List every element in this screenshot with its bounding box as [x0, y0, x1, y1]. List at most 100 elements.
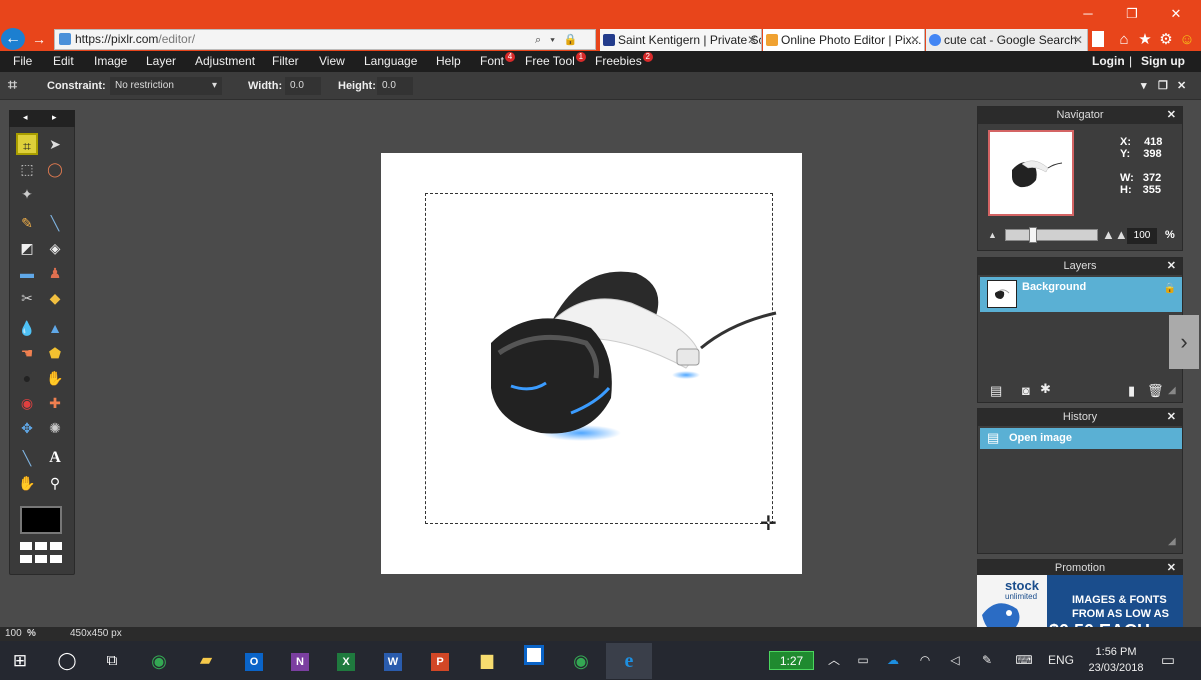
pinch-tool-button[interactable]: ✺: [44, 417, 66, 439]
pencil-tool-button[interactable]: ✎: [16, 212, 38, 234]
grid-view-icon[interactable]: [35, 542, 47, 550]
volume-icon[interactable]: ◁: [944, 641, 966, 680]
zoom-slider-handle[interactable]: [1029, 227, 1037, 243]
constraint-select[interactable]: No restriction ▾: [110, 77, 222, 95]
menu-font[interactable]: Font 4: [480, 51, 516, 72]
close-window-button[interactable]: ✕: [1166, 6, 1186, 22]
bloat-tool-button[interactable]: ✥: [16, 417, 38, 439]
crop-tool-button[interactable]: ⌗: [16, 133, 38, 155]
battery-icon[interactable]: ▭: [852, 641, 874, 680]
tab-close-icon[interactable]: ✕: [910, 29, 920, 51]
close-icon[interactable]: ✕: [1167, 258, 1176, 275]
menu-adjustment[interactable]: Adjustment: [195, 51, 255, 72]
eraser-tool-button[interactable]: ◩: [16, 237, 38, 259]
menu-freebies[interactable]: Freebies 2: [595, 51, 653, 72]
blur-tool-button[interactable]: 💧: [16, 317, 38, 339]
file-explorer-icon[interactable]: ▰: [188, 643, 224, 679]
crop-selection[interactable]: [425, 193, 773, 524]
magic-wand-tool-button[interactable]: ✦: [16, 183, 38, 205]
red-eye-tool-button[interactable]: ◉: [16, 392, 38, 414]
grid-view-icon[interactable]: [50, 542, 62, 550]
tab-saint-kentigern[interactable]: Saint Kentigern | Private Sc... ✕: [600, 29, 762, 51]
cortana-search-icon[interactable]: ◯: [49, 643, 85, 679]
layer-settings-icon[interactable]: ▤: [990, 383, 1002, 399]
excel-app-icon[interactable]: X: [328, 643, 364, 679]
menu-layer[interactable]: Layer: [146, 51, 176, 72]
color-picker-tool-button[interactable]: ╲: [16, 447, 38, 469]
internet-explorer-icon[interactable]: e: [606, 643, 652, 679]
add-mask-icon[interactable]: ◙: [1022, 383, 1030, 398]
pen-icon[interactable]: ✎: [976, 641, 998, 680]
minimize-button[interactable]: ─: [1078, 6, 1098, 22]
outlook-app-icon[interactable]: O: [236, 643, 272, 679]
lasso-tool-button[interactable]: ◯: [44, 158, 66, 180]
clock-time[interactable]: 1:56 PM: [1086, 644, 1146, 660]
clone-stamp-tool-button[interactable]: ♟: [44, 262, 66, 284]
language-indicator[interactable]: ENG: [1046, 641, 1076, 680]
menu-language[interactable]: Language: [364, 51, 417, 72]
close-icon[interactable]: ✕: [1167, 409, 1176, 426]
zoom-input[interactable]: 100: [1127, 228, 1157, 244]
zoom-slider[interactable]: [1005, 229, 1098, 241]
trash-icon[interactable]: 🗑: [1147, 383, 1164, 399]
height-input[interactable]: 0.0: [377, 77, 413, 95]
home-icon[interactable]: ⌂: [1115, 31, 1133, 49]
type-tool-button[interactable]: A: [44, 447, 66, 469]
menu-image[interactable]: Image: [94, 51, 127, 72]
tab-close-icon[interactable]: ✕: [747, 29, 757, 51]
sharpen-tool-button[interactable]: ▲: [44, 317, 66, 339]
zoom-in-mountain-icon[interactable]: ▲▲: [1102, 227, 1128, 242]
menu-file[interactable]: File: [13, 51, 32, 72]
powerpoint-app-icon[interactable]: P: [422, 643, 458, 679]
foreground-color-swatch[interactable]: [20, 506, 62, 534]
new-layer-star-icon[interactable]: ✱: [1040, 381, 1051, 397]
marquee-tool-button[interactable]: ⬚: [16, 158, 38, 180]
smiley-feedback-icon[interactable]: ☺: [1178, 31, 1196, 49]
chrome-app-icon[interactable]: ◉: [141, 643, 177, 679]
grid-view-icon[interactable]: [35, 555, 47, 563]
spot-heal-tool-button[interactable]: ✚: [44, 392, 66, 414]
close-icon[interactable]: ✕: [1167, 107, 1176, 124]
task-view-icon[interactable]: ⧉: [94, 643, 130, 679]
sponge-tool-button[interactable]: ⬟: [44, 342, 66, 364]
chrome-app-icon[interactable]: ◉: [563, 643, 599, 679]
color-replace-tool-button[interactable]: ✂: [16, 287, 38, 309]
chevron-up-icon[interactable]: ︿: [824, 641, 844, 680]
onenote-app-icon[interactable]: N: [282, 643, 318, 679]
restore-panel-icon[interactable]: ❐: [1158, 72, 1168, 100]
brush-tool-button[interactable]: ╲: [44, 212, 66, 234]
tab-close-icon[interactable]: ✕: [1073, 29, 1083, 51]
hand-tool-button[interactable]: ✋: [16, 472, 38, 494]
close-editor-icon[interactable]: ✕: [1177, 72, 1186, 100]
keyboard-icon[interactable]: ⌨: [1012, 641, 1036, 680]
timer-badge[interactable]: 1:27: [769, 651, 814, 670]
resize-corner-icon[interactable]: ◢: [1168, 385, 1176, 396]
new-tab-icon[interactable]: [1092, 31, 1104, 47]
grid-view-icon[interactable]: [20, 555, 32, 563]
sticky-notes-icon[interactable]: ▆: [469, 643, 505, 679]
action-center-icon[interactable]: ▭: [1156, 641, 1180, 680]
menu-free-tool[interactable]: Free Tool 1: [525, 51, 586, 72]
tab-pixlr-editor[interactable]: Online Photo Editor | Pix... ✕: [763, 29, 925, 51]
navigator-thumbnail[interactable]: [988, 130, 1074, 216]
back-button[interactable]: ←: [1, 28, 25, 50]
options-menu-icon[interactable]: ▾: [1141, 72, 1147, 100]
grid-view-icon[interactable]: [50, 555, 62, 563]
move-tool-button[interactable]: ➤: [44, 133, 66, 155]
login-link[interactable]: Login: [1092, 51, 1125, 72]
onedrive-cloud-icon[interactable]: ☁: [882, 641, 904, 680]
width-input[interactable]: 0.0: [285, 77, 321, 95]
smudge-tool-button[interactable]: ☚: [16, 342, 38, 364]
lock-icon[interactable]: 🔒: [1164, 283, 1176, 294]
signup-link[interactable]: Sign up: [1141, 51, 1185, 72]
zoom-tool-button[interactable]: ⚲: [44, 472, 66, 494]
gradient-tool-button[interactable]: ▬: [16, 262, 38, 284]
windows-start-icon[interactable]: ⊞: [2, 643, 38, 679]
tab-cute-cat-search[interactable]: cute cat - Google Search ✕: [926, 29, 1088, 51]
favorites-star-icon[interactable]: ★: [1136, 31, 1154, 49]
settings-gear-icon[interactable]: ⚙: [1157, 31, 1175, 49]
collapse-panels-chevron-icon[interactable]: ›: [1169, 315, 1199, 369]
grid-view-icon[interactable]: [20, 542, 32, 550]
wifi-icon[interactable]: ◠: [914, 641, 936, 680]
menu-edit[interactable]: Edit: [53, 51, 74, 72]
